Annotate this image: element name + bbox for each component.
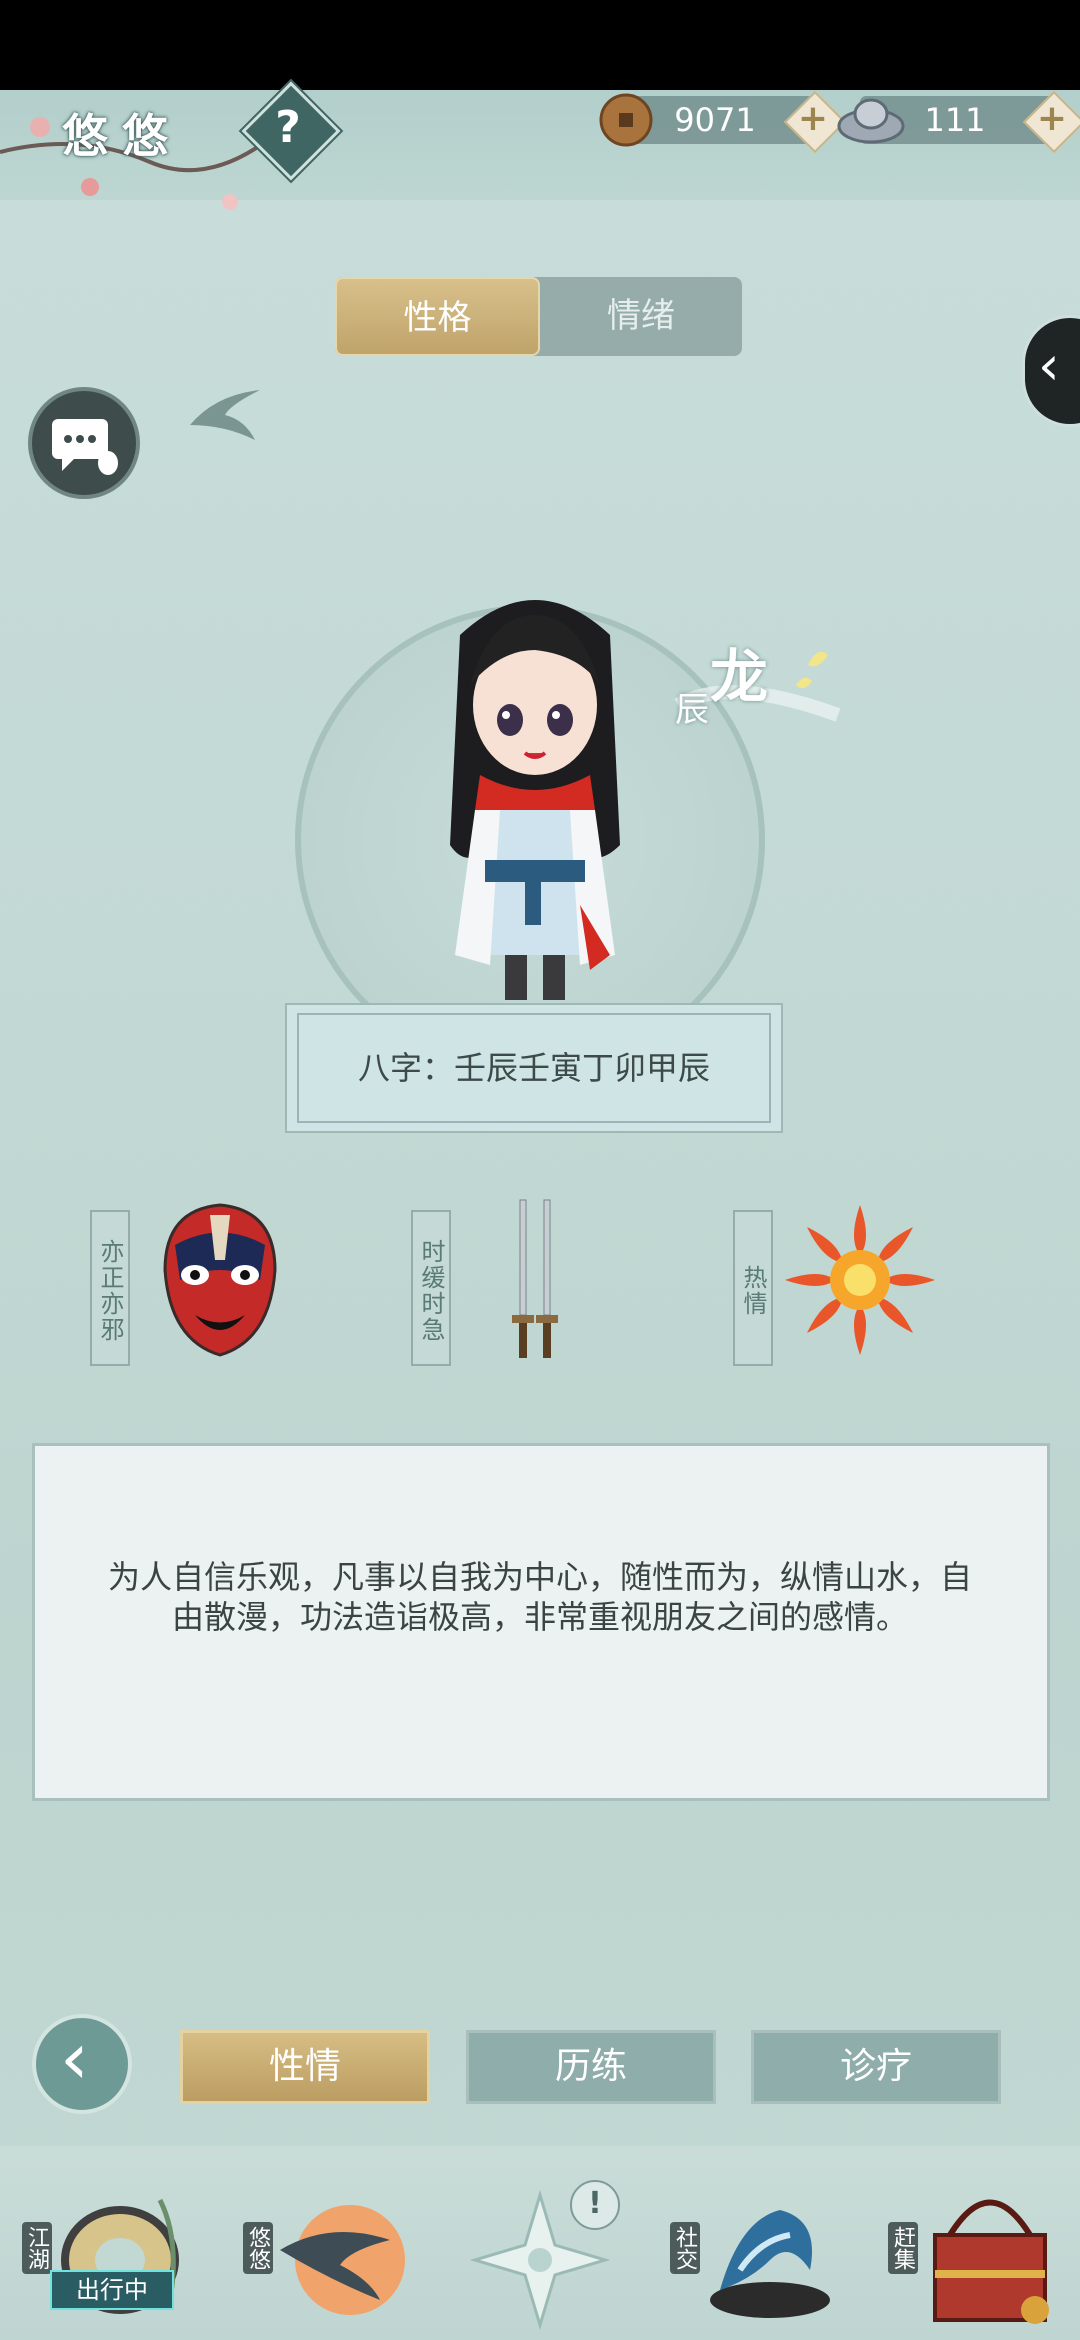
nav-market-label: 赶集 xyxy=(888,2222,918,2274)
personality-description: 为人自信乐观，凡事以自我为中心，随性而为，纵情山水，自由散漫，功法造诣极高，非常… xyxy=(107,1558,972,1636)
trait-label-2: 时缓时急 xyxy=(411,1210,451,1366)
nav-social[interactable]: 社交 xyxy=(660,2170,850,2340)
trait-label-3: 热情 xyxy=(733,1210,773,1366)
zodiac-branch: 辰 xyxy=(675,690,709,730)
copper-amount: 9071 xyxy=(674,101,756,139)
help-question-icon[interactable]: ? xyxy=(256,96,320,160)
chat-bubble-icon xyxy=(52,419,118,475)
trait-label-1: 亦正亦邪 xyxy=(90,1210,130,1366)
back-arrow-icon[interactable]: ‹ xyxy=(60,2016,89,2100)
nav-jianghu[interactable]: 江湖 出行中 xyxy=(0,2170,210,2340)
wine-bowl-wave-icon xyxy=(710,2210,830,2318)
silver-amount: 111 xyxy=(924,101,986,139)
nav-youyou[interactable]: 悠悠 xyxy=(230,2170,420,2340)
nav-youyou-label: 悠悠 xyxy=(243,2222,273,2274)
opera-mask-icon[interactable] xyxy=(155,1200,285,1360)
traveling-status-badge: 出行中 xyxy=(50,2270,174,2310)
twin-swords-icon[interactable] xyxy=(490,1195,580,1365)
chevron-left-icon[interactable]: ‹ xyxy=(1038,334,1060,397)
tab-experience[interactable]: 历练 xyxy=(466,2030,716,2104)
sun-swallow-icon xyxy=(280,2205,405,2315)
sun-flame-icon[interactable] xyxy=(775,1200,945,1360)
status-bar xyxy=(0,0,1080,90)
chat-button[interactable] xyxy=(28,387,140,499)
tab-emotion[interactable]: 情绪 xyxy=(540,277,742,356)
nav-market[interactable]: 赶集 xyxy=(880,2170,1080,2340)
notification-badge: ! xyxy=(570,2180,620,2230)
plus-icon[interactable]: + xyxy=(1030,98,1074,142)
bazi-text: 八字：壬辰壬寅丁卯甲辰 xyxy=(357,1049,710,1087)
nav-jianghu-label: 江湖 xyxy=(22,2222,52,2274)
zodiac-animal: 龙 xyxy=(710,643,769,711)
copper-coin-icon xyxy=(599,93,653,147)
player-name: 悠悠 xyxy=(62,109,182,163)
swallow-bird-icon xyxy=(190,390,260,440)
tab-treatment[interactable]: 诊疗 xyxy=(751,2030,1001,2104)
tab-emotion-label: 情绪 xyxy=(607,296,675,336)
plus-icon[interactable]: + xyxy=(791,98,835,142)
food-basket-icon xyxy=(933,2199,1049,2324)
nav-social-label: 社交 xyxy=(670,2222,700,2274)
character-avatar[interactable] xyxy=(430,575,640,1005)
tab-temperament[interactable]: 性情 xyxy=(180,2030,430,2104)
tab-personality-label: 性格 xyxy=(403,298,472,338)
tab-personality[interactable]: 性格 xyxy=(335,277,540,356)
